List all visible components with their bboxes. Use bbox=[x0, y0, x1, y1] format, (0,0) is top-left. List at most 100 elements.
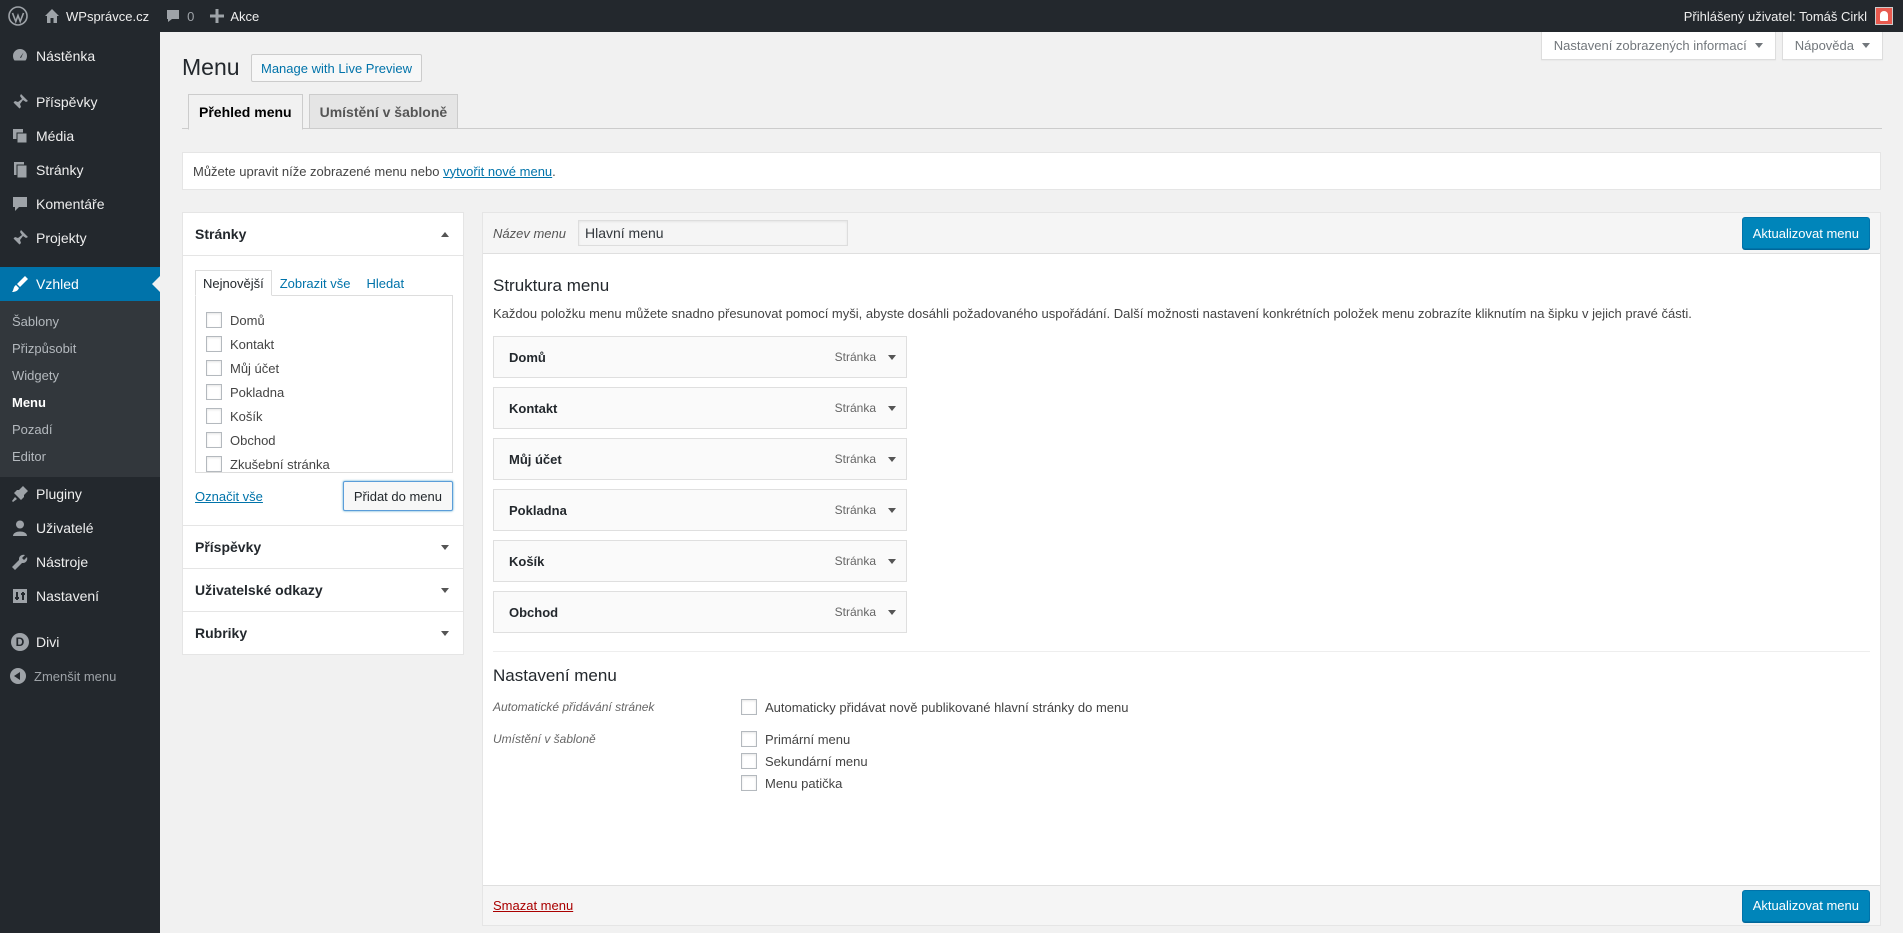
checkbox[interactable] bbox=[741, 753, 757, 769]
menu-item[interactable]: Košík Stránka bbox=[493, 540, 907, 582]
sidebar-item-settings[interactable]: Nastavení bbox=[0, 579, 160, 613]
checkbox-label: Kontakt bbox=[230, 336, 275, 352]
tab-edit-menus[interactable]: Přehled menu bbox=[188, 94, 303, 130]
chevron-down-icon[interactable] bbox=[888, 354, 896, 360]
chevron-down-icon[interactable] bbox=[888, 456, 896, 462]
checkbox-label: Můj účet bbox=[230, 360, 280, 376]
sidebar-item-users[interactable]: Uživatelé bbox=[0, 511, 160, 545]
tab-manage-locations[interactable]: Umístění v šabloně bbox=[308, 94, 459, 128]
sidebar-item-pages[interactable]: Stránky bbox=[0, 153, 160, 187]
notice-end: . bbox=[552, 163, 556, 179]
menu-header: Název menu Hlavní menu Aktualizovat menu bbox=[483, 213, 1880, 254]
notice-text: Můžete upravit níže zobrazené menu nebo bbox=[193, 163, 440, 179]
menu-item[interactable]: Pokladna Stránka bbox=[493, 489, 907, 531]
tab-view-all[interactable]: Zobrazit vše bbox=[272, 270, 359, 296]
chevron-down-icon[interactable] bbox=[888, 609, 896, 615]
checkbox[interactable] bbox=[741, 699, 757, 715]
menu-item[interactable]: Obchod Stránka bbox=[493, 591, 907, 633]
pages-tabs: Nejnovější Zobrazit vše Hledat bbox=[195, 270, 453, 296]
site-name: WPsprávce.cz bbox=[66, 8, 150, 24]
sidebar-item-posts[interactable]: Příspěvky bbox=[0, 85, 160, 119]
add-to-menu-button[interactable]: Přidat do menu bbox=[342, 481, 453, 511]
checkbox[interactable] bbox=[206, 312, 222, 328]
submenu-item-customize[interactable]: Přizpůsobit bbox=[0, 335, 160, 362]
sidebar-item-tools[interactable]: Nástroje bbox=[0, 545, 160, 579]
media-icon bbox=[10, 126, 30, 146]
checkbox-label: Obchod bbox=[230, 432, 276, 448]
checkbox[interactable] bbox=[741, 775, 757, 791]
accordion-title: Stránky bbox=[195, 226, 247, 242]
submenu-item-background[interactable]: Pozadí bbox=[0, 416, 160, 443]
sidebar-item-label: Nástroje bbox=[36, 554, 89, 570]
help-button[interactable]: Nápověda bbox=[1781, 32, 1883, 60]
sidebar-item-media[interactable]: Média bbox=[0, 119, 160, 153]
submenu-item-menus[interactable]: Menu bbox=[0, 389, 160, 416]
chevron-down-icon[interactable] bbox=[888, 558, 896, 564]
tab-most-recent[interactable]: Nejnovější bbox=[195, 270, 272, 296]
menu-item-type: Stránka bbox=[834, 452, 876, 466]
menu-item[interactable]: Můj účet Stránka bbox=[493, 438, 907, 480]
sidebar-item-plugins[interactable]: Pluginy bbox=[0, 477, 160, 511]
save-menu-button[interactable]: Aktualizovat menu bbox=[1741, 217, 1870, 249]
pin-icon bbox=[10, 92, 30, 112]
locations-row: Umístění v šabloně Primární menu Sekundá… bbox=[493, 728, 1870, 794]
accordion-posts-header[interactable]: Příspěvky bbox=[183, 526, 463, 569]
chevron-down-icon[interactable] bbox=[888, 405, 896, 411]
new-content-link[interactable]: Akce bbox=[202, 0, 267, 32]
menu-settings: Automatické přidávání stránek Automatick… bbox=[493, 696, 1870, 794]
accordion-title: Uživatelské odkazy bbox=[195, 582, 323, 598]
save-menu-button-bottom[interactable]: Aktualizovat menu bbox=[1741, 889, 1870, 922]
list-item: Pokladna bbox=[206, 380, 442, 404]
submenu-item-themes[interactable]: Šablony bbox=[0, 308, 160, 335]
submenu-item-editor[interactable]: Editor bbox=[0, 443, 160, 470]
sidebar-item-label: Zmenšit menu bbox=[34, 668, 117, 684]
sidebar-item-dashboard[interactable]: Nástěnka bbox=[0, 39, 160, 73]
menu-item-title: Kontakt bbox=[509, 400, 558, 416]
menu-item[interactable]: Domů Stránka bbox=[493, 336, 907, 378]
site-name-link[interactable]: WPsprávce.cz bbox=[36, 0, 157, 32]
checkbox[interactable] bbox=[206, 408, 222, 424]
live-preview-button[interactable]: Manage with Live Preview bbox=[251, 54, 423, 82]
comments-link[interactable]: 0 bbox=[157, 0, 202, 32]
sidebar-item-label: Média bbox=[36, 128, 75, 144]
checkbox-label: Menu patička bbox=[765, 775, 843, 791]
wordpress-logo-icon[interactable] bbox=[0, 0, 36, 32]
account-link[interactable]: Přihlášený uživatel: Tomáš Cirkl bbox=[1684, 7, 1903, 25]
menu-name-label: Název menu bbox=[493, 225, 566, 241]
checkbox[interactable] bbox=[741, 731, 757, 747]
sidebar-item-projects[interactable]: Projekty bbox=[0, 221, 160, 255]
nav-tabs: Přehled menu Umístění v šabloně bbox=[182, 94, 1882, 130]
sidebar-item-divi[interactable]: D Divi bbox=[0, 625, 160, 659]
collapse-menu-button[interactable]: Zmenšit menu bbox=[0, 659, 160, 693]
menu-name-input[interactable]: Hlavní menu bbox=[577, 220, 848, 246]
accordion-categories-header[interactable]: Rubriky bbox=[183, 612, 463, 654]
checkbox[interactable] bbox=[206, 360, 222, 376]
settings-icon bbox=[10, 586, 30, 606]
menu-item[interactable]: Kontakt Stránka bbox=[493, 387, 907, 429]
wrench-icon bbox=[10, 552, 30, 572]
sidebar-item-comments[interactable]: Komentáře bbox=[0, 187, 160, 221]
checkbox[interactable] bbox=[206, 384, 222, 400]
accordion-pages-header[interactable]: Stránky bbox=[183, 213, 463, 256]
create-menu-link[interactable]: vytvořit nové menu bbox=[443, 164, 552, 179]
tab-search[interactable]: Hledat bbox=[359, 270, 413, 296]
caret-down-icon bbox=[1862, 43, 1870, 48]
submenu-item-widgets[interactable]: Widgety bbox=[0, 362, 160, 389]
sidebar-item-appearance[interactable]: Vzhled bbox=[0, 267, 160, 301]
checkbox-label: Košík bbox=[230, 408, 263, 424]
caret-down-icon bbox=[1754, 43, 1763, 48]
checkbox[interactable] bbox=[206, 456, 222, 472]
manage-menus-notice: Můžete upravit níže zobrazené menu nebo … bbox=[182, 152, 1881, 190]
chevron-down-icon[interactable] bbox=[888, 507, 896, 513]
accordion-custom-links-header[interactable]: Uživatelské odkazy bbox=[183, 569, 463, 612]
checkbox[interactable] bbox=[206, 336, 222, 352]
select-all-link[interactable]: Označit vše bbox=[195, 489, 263, 504]
screen-options-button[interactable]: Nastavení zobrazených informací bbox=[1540, 32, 1776, 60]
delete-menu-link[interactable]: Smazat menu bbox=[493, 898, 573, 913]
checkbox[interactable] bbox=[206, 432, 222, 448]
sidebar-item-label: Příspěvky bbox=[36, 94, 98, 110]
menu-item-title: Košík bbox=[509, 553, 545, 569]
checkbox-label: Primární menu bbox=[765, 731, 851, 747]
menu-body: Struktura menu Každou položku menu můžet… bbox=[483, 276, 1880, 794]
sidebar-item-label: Nástěnka bbox=[36, 48, 96, 64]
